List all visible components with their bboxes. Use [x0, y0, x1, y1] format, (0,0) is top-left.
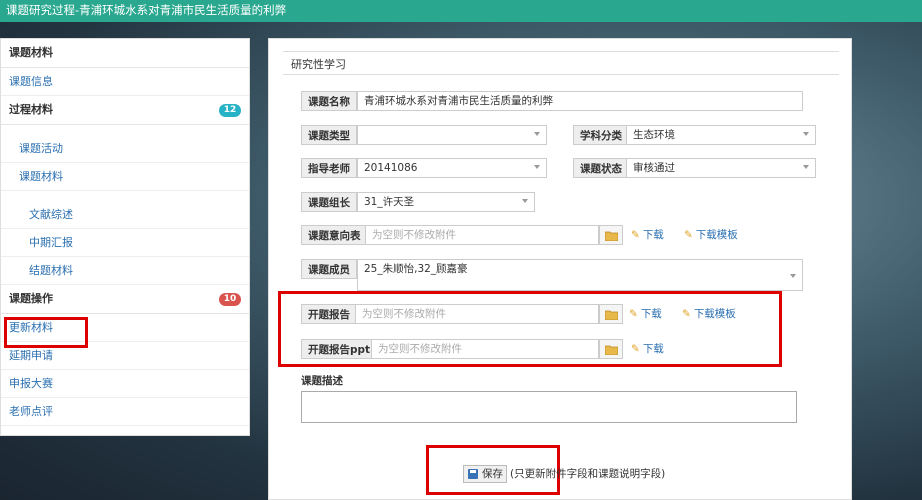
section-title: 研究性学习: [283, 51, 839, 75]
status-select[interactable]: 审核通过: [626, 158, 816, 178]
chevron-down-icon: [803, 165, 809, 169]
pencil-icon: ✎: [684, 229, 693, 241]
pencil-icon: ✎: [631, 229, 640, 241]
intent-download-link[interactable]: ✎ 下载: [631, 225, 664, 245]
members-value: 25_朱顺怡,32_顾嘉豪: [364, 263, 468, 275]
intent-download-label: 下载: [642, 229, 664, 241]
status-label: 课题状态: [573, 158, 629, 178]
sidebar: 课题材料 课题信息 过程材料 12 课题活动 课题材料 文献综述 中期汇报 结题…: [0, 38, 250, 436]
subject-label: 学科分类: [573, 125, 629, 145]
subject-select[interactable]: 生态环境: [626, 125, 816, 145]
sidebar-item-lit-review[interactable]: 文献综述: [1, 201, 249, 229]
members-select[interactable]: 25_朱顺怡,32_顾嘉豪: [357, 259, 803, 291]
highlight-box-update: [4, 317, 88, 348]
chevron-down-icon: [803, 132, 809, 136]
save-disk-icon: [468, 469, 478, 479]
chevron-down-icon: [534, 165, 540, 169]
sidebar-item-final[interactable]: 结题材料: [1, 257, 249, 285]
sidebar-section-materials: 课题材料: [1, 39, 249, 68]
intent-download-template-link[interactable]: ✎ 下载模板: [684, 225, 738, 245]
operations-count-badge: 10: [219, 293, 241, 306]
leader-value: 31_许天圣: [364, 196, 415, 208]
intent-browse-button[interactable]: [599, 225, 623, 245]
save-note: (只更新附件字段和课题说明字段): [510, 468, 666, 480]
topic-type-select[interactable]: [357, 125, 547, 145]
save-button[interactable]: 保存: [463, 465, 507, 483]
sidebar-item-teacher-review[interactable]: 老师点评: [1, 398, 249, 426]
topic-name-label: 课题名称: [301, 91, 357, 111]
save-button-label: 保存: [482, 468, 503, 480]
topic-name-input[interactable]: 青浦环城水系对青浦市民生活质量的利弊: [357, 91, 803, 111]
intent-form-label: 课题意向表: [301, 225, 368, 245]
window-title: 课题研究过程-青浦环城水系对青浦市民生活质量的利弊: [6, 3, 287, 17]
topic-type-label: 课题类型: [301, 125, 357, 145]
description-label: 课题描述: [301, 375, 343, 387]
chevron-down-icon: [534, 132, 540, 136]
sidebar-item-topic-info[interactable]: 课题信息: [1, 68, 249, 96]
leader-label: 课题组长: [301, 192, 357, 212]
subject-value: 生态环境: [633, 129, 675, 141]
window-title-bar: 课题研究过程-青浦环城水系对青浦市民生活质量的利弊: [0, 0, 922, 22]
sidebar-item-materials[interactable]: 课题材料: [1, 163, 249, 191]
intent-file-input[interactable]: 为空则不修改附件: [365, 225, 599, 245]
members-label: 课题成员: [301, 259, 357, 279]
status-value: 审核通过: [633, 162, 675, 174]
teacher-label: 指导老师: [301, 158, 357, 178]
chevron-down-icon: [522, 199, 528, 203]
leader-select[interactable]: 31_许天圣: [357, 192, 535, 212]
teacher-value: 20141086: [364, 162, 418, 174]
sidebar-item-apply-contest[interactable]: 申报大赛: [1, 370, 249, 398]
intent-download-template-label: 下载模板: [695, 229, 738, 241]
description-textarea[interactable]: [301, 391, 797, 423]
main-form-panel: 研究性学习 课题名称 青浦环城水系对青浦市民生活质量的利弊 课题类型 学科分类 …: [268, 38, 852, 500]
highlight-box-opening-report: [278, 291, 782, 367]
sidebar-item-midterm[interactable]: 中期汇报: [1, 229, 249, 257]
teacher-select[interactable]: 20141086: [357, 158, 547, 178]
process-count-badge: 12: [219, 104, 241, 117]
folder-icon: [605, 231, 618, 241]
sidebar-section-operations: 课题操作 10: [1, 285, 249, 314]
chevron-down-icon: [790, 274, 796, 278]
sidebar-section-operations-label: 课题操作: [9, 292, 53, 305]
sidebar-section-process-label: 过程材料: [9, 103, 53, 116]
sidebar-section-process: 过程材料 12: [1, 96, 249, 125]
sidebar-item-activity[interactable]: 课题活动: [1, 135, 249, 163]
